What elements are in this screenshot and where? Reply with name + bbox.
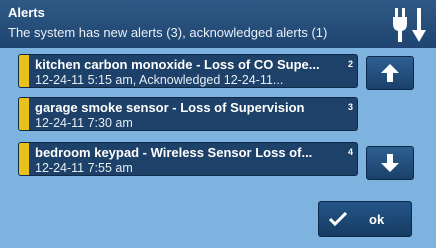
alert-title: bedroom keypad - Wireless Sensor Loss of… (35, 145, 313, 160)
alert-detail: 12-24-11 5:15 am, Acknowledged 12-24-11.… (35, 73, 284, 87)
alert-number: 4 (347, 147, 353, 157)
page-title: Alerts (8, 5, 45, 20)
ok-button-label: ok (369, 212, 385, 227)
checkmark-icon (329, 212, 347, 226)
scroll-down-button[interactable] (366, 146, 414, 180)
alert-number: 2 (347, 59, 353, 69)
alert-status-stripe (19, 55, 29, 87)
alert-title: garage smoke sensor - Loss of Supervisio… (35, 100, 305, 115)
alert-status-stripe (19, 143, 29, 175)
arrow-up-icon (381, 64, 399, 82)
alert-detail: 12-24-11 7:55 am (35, 161, 133, 175)
alert-title: kitchen carbon monoxide - Loss of CO Sup… (35, 57, 320, 72)
alert-item-1[interactable]: kitchen carbon monoxide - Loss of CO Sup… (18, 54, 358, 88)
alert-status-stripe (19, 98, 29, 130)
ok-button[interactable]: ok (318, 201, 412, 237)
alerts-header: Alerts The system has new alerts (3), ac… (0, 0, 436, 48)
scroll-up-button[interactable] (366, 56, 414, 90)
alerts-summary: The system has new alerts (3), acknowled… (8, 25, 328, 40)
alert-item-3[interactable]: bedroom keypad - Wireless Sensor Loss of… (18, 142, 358, 176)
alert-number: 3 (347, 102, 353, 112)
arrow-down-icon (381, 154, 399, 172)
alert-detail: 12-24-11 7:30 am (35, 116, 133, 130)
power-plug-icon (392, 6, 428, 44)
alert-item-2[interactable]: garage smoke sensor - Loss of Supervisio… (18, 97, 358, 131)
